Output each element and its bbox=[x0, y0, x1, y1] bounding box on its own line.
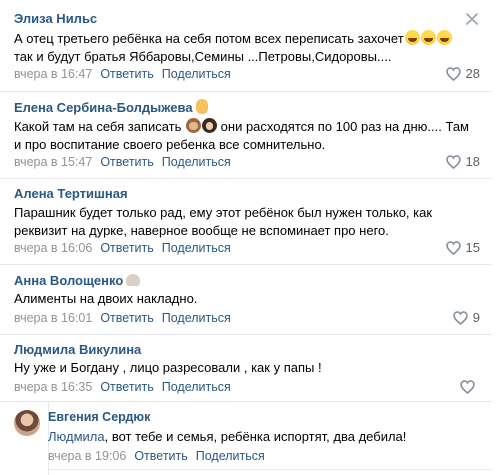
heart-icon bbox=[460, 380, 475, 394]
divider bbox=[0, 334, 492, 335]
like-button[interactable] bbox=[460, 379, 480, 394]
comment-text: Ну уже и Богдану , лицо разресовали , ка… bbox=[14, 360, 322, 375]
laughing-tears-icon bbox=[420, 30, 436, 45]
comment-text-line2: так и будут братья Яббаровы,Семины ...Пе… bbox=[14, 49, 392, 64]
comment-meta: вчера в 15:47 Ответить Поделиться bbox=[14, 155, 231, 169]
comment-author[interactable]: Алена Тертишная bbox=[14, 186, 128, 201]
like-button[interactable]: 15 bbox=[445, 240, 480, 255]
reply-link[interactable]: Ответить bbox=[100, 241, 153, 255]
share-link[interactable]: Поделиться bbox=[162, 380, 231, 394]
comment-author[interactable]: Елена Сербина-Болдыжева bbox=[14, 99, 208, 115]
comment-text: А отец третьего ребёнка на себя потом вс… bbox=[14, 30, 452, 48]
mention-link[interactable]: Людмила bbox=[48, 429, 105, 444]
comment-text: Какой там на себя записать они расходятс… bbox=[14, 118, 469, 134]
comment-time[interactable]: вчера в 16:06 bbox=[14, 241, 92, 255]
comments-feed: Элиза Нильс А отец третьего ребёнка на с… bbox=[0, 0, 504, 475]
like-count: 18 bbox=[465, 154, 480, 169]
reply-link[interactable]: Ответить bbox=[100, 67, 153, 81]
comment-text-line2: и про воспитание своего ребенка все сомн… bbox=[14, 137, 326, 152]
comment-time[interactable]: вчера в 15:47 bbox=[14, 155, 92, 169]
reply-link[interactable]: Ответить bbox=[100, 311, 153, 325]
comment-meta: вчера в 16:35 Ответить Поделиться bbox=[14, 380, 231, 394]
like-count: 15 bbox=[465, 240, 480, 255]
divider bbox=[0, 91, 492, 92]
share-link[interactable]: Поделиться bbox=[162, 155, 231, 169]
reply-link[interactable]: Ответить bbox=[100, 155, 153, 169]
close-icon[interactable] bbox=[466, 13, 478, 25]
comment-meta: вчера в 16:06 Ответить Поделиться bbox=[14, 241, 231, 255]
divider bbox=[0, 401, 492, 402]
comment-author[interactable]: Анна Волощенко bbox=[14, 273, 141, 288]
heart-icon bbox=[445, 67, 461, 81]
heart-icon bbox=[453, 311, 468, 325]
comment-time[interactable]: вчера в 16:01 bbox=[14, 311, 92, 325]
comment-text: Парашник будет только рад, ему этот ребё… bbox=[14, 205, 433, 220]
comment-author[interactable]: Элиза Нильс bbox=[14, 11, 97, 26]
comment-author[interactable]: Людмила Викулина bbox=[14, 342, 141, 357]
ok-hand-icon bbox=[195, 99, 208, 114]
avatar[interactable] bbox=[14, 410, 40, 436]
woman-icon bbox=[202, 118, 218, 133]
comment-meta: вчера в 16:01 Ответить Поделиться bbox=[14, 311, 231, 325]
comment-meta: вчера в 19:06 Ответить Поделиться bbox=[48, 449, 265, 463]
share-link[interactable]: Поделиться bbox=[162, 311, 231, 325]
divider bbox=[48, 469, 492, 470]
comment-text-line2: реквизит на дурке, наверное вообще не вс… bbox=[14, 223, 389, 238]
like-button[interactable]: 18 bbox=[445, 154, 480, 169]
like-button[interactable]: 9 bbox=[453, 310, 480, 325]
laughing-tears-icon bbox=[436, 30, 452, 45]
share-link[interactable]: Поделиться bbox=[162, 241, 231, 255]
comment-text: Алименты на двоих накладно. bbox=[14, 291, 198, 306]
heart-icon bbox=[445, 241, 461, 255]
divider bbox=[0, 178, 492, 179]
comment-time[interactable]: вчера в 19:06 bbox=[48, 449, 126, 463]
comment-author[interactable]: Евгения Сердюк bbox=[48, 410, 150, 424]
monkey-icon bbox=[186, 118, 202, 133]
like-count: 9 bbox=[472, 310, 480, 325]
like-button[interactable]: 28 bbox=[445, 66, 480, 81]
divider bbox=[0, 264, 492, 265]
like-count: 28 bbox=[465, 66, 480, 81]
comment-meta: вчера в 16:47 Ответить Поделиться bbox=[14, 67, 231, 81]
comment-time[interactable]: вчера в 16:47 bbox=[14, 67, 92, 81]
share-link[interactable]: Поделиться bbox=[196, 449, 265, 463]
reply-link[interactable]: Ответить bbox=[134, 449, 187, 463]
shell-icon bbox=[126, 274, 141, 286]
reply-link[interactable]: Ответить bbox=[100, 380, 153, 394]
share-link[interactable]: Поделиться bbox=[162, 67, 231, 81]
comment-time[interactable]: вчера в 16:35 bbox=[14, 380, 92, 394]
comment-text: Людмила, вот тебе и семья, ребёнка испор… bbox=[48, 429, 407, 444]
laughing-tears-icon bbox=[404, 30, 420, 45]
heart-icon bbox=[445, 155, 461, 169]
